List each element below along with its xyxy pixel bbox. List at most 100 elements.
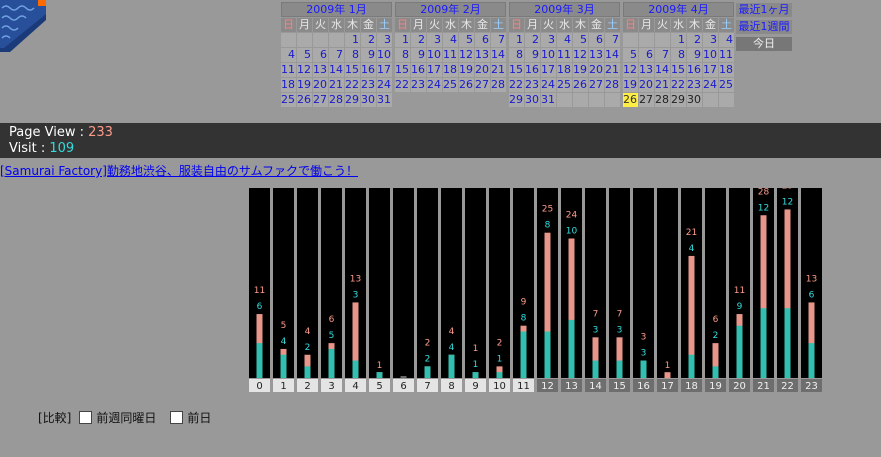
calendar-day[interactable]: 13 bbox=[639, 63, 654, 77]
calendar-day[interactable]: 26 bbox=[459, 78, 474, 92]
calendar-day[interactable]: 19 bbox=[573, 63, 588, 77]
calendar-day[interactable]: 29 bbox=[509, 93, 524, 107]
calendar-day[interactable]: 16 bbox=[411, 63, 426, 77]
calendar-day[interactable]: 20 bbox=[475, 63, 490, 77]
calendar-day[interactable]: 2 bbox=[411, 33, 426, 47]
calendar-day[interactable]: 5 bbox=[573, 33, 588, 47]
calendar-day[interactable]: 10 bbox=[703, 48, 718, 62]
calendar-day[interactable]: 20 bbox=[639, 78, 654, 92]
calendar-day[interactable]: 20 bbox=[589, 63, 604, 77]
calendar-day[interactable]: 19 bbox=[297, 78, 312, 92]
calendar-day[interactable]: 24 bbox=[703, 78, 718, 92]
calendar-day[interactable]: 9 bbox=[687, 48, 702, 62]
calendar-day[interactable]: 14 bbox=[329, 63, 344, 77]
month-calendar-title[interactable]: 2009年 3月 bbox=[509, 2, 620, 17]
calendar-day[interactable]: 3 bbox=[377, 33, 392, 47]
calendar-day[interactable]: 27 bbox=[475, 78, 490, 92]
calendar-day[interactable]: 26 bbox=[297, 93, 312, 107]
calendar-day[interactable]: 7 bbox=[329, 48, 344, 62]
calendar-day[interactable]: 6 bbox=[313, 48, 328, 62]
ad-link[interactable]: [Samurai Factory]勤務地渋谷、服装自由のサムファクで働こう！ bbox=[0, 162, 358, 179]
calendar-day[interactable]: 16 bbox=[361, 63, 376, 77]
calendar-day[interactable]: 2 bbox=[361, 33, 376, 47]
calendar-day[interactable]: 1 bbox=[509, 33, 524, 47]
month-calendar-title[interactable]: 2009年 1月 bbox=[281, 2, 392, 17]
calendar-day[interactable]: 31 bbox=[541, 93, 556, 107]
calendar-day[interactable]: 3 bbox=[541, 33, 556, 47]
calendar-day[interactable]: 8 bbox=[345, 48, 360, 62]
calendar-day[interactable]: 9 bbox=[525, 48, 540, 62]
calendar-day[interactable]: 31 bbox=[377, 93, 392, 107]
calendar-day[interactable]: 1 bbox=[671, 33, 686, 47]
calendar-day[interactable]: 8 bbox=[671, 48, 686, 62]
calendar-day[interactable]: 27 bbox=[313, 93, 328, 107]
calendar-day[interactable]: 25 bbox=[281, 93, 296, 107]
calendar-day[interactable]: 4 bbox=[281, 48, 296, 62]
calendar-day[interactable]: 10 bbox=[541, 48, 556, 62]
calendar-day[interactable]: 9 bbox=[361, 48, 376, 62]
calendar-day[interactable]: 30 bbox=[525, 93, 540, 107]
calendar-day[interactable]: 21 bbox=[605, 63, 620, 77]
calendar-day[interactable]: 4 bbox=[557, 33, 572, 47]
calendar-day[interactable]: 7 bbox=[491, 33, 506, 47]
calendar-day[interactable]: 29 bbox=[345, 93, 360, 107]
calendar-day[interactable]: 24 bbox=[377, 78, 392, 92]
calendar-day[interactable]: 21 bbox=[655, 78, 670, 92]
calendar-day[interactable]: 5 bbox=[297, 48, 312, 62]
calendar-day[interactable]: 6 bbox=[475, 33, 490, 47]
calendar-day[interactable]: 13 bbox=[589, 48, 604, 62]
calendar-day[interactable]: 22 bbox=[509, 78, 524, 92]
calendar-day[interactable]: 6 bbox=[589, 33, 604, 47]
calendar-day[interactable]: 15 bbox=[509, 63, 524, 77]
calendar-day[interactable]: 7 bbox=[605, 33, 620, 47]
calendar-day[interactable]: 15 bbox=[671, 63, 686, 77]
calendar-day[interactable]: 28 bbox=[329, 93, 344, 107]
calendar-day[interactable]: 17 bbox=[703, 63, 718, 77]
month-calendar-title[interactable]: 2009年 2月 bbox=[395, 2, 506, 17]
calendar-day[interactable]: 6 bbox=[639, 48, 654, 62]
calendar-day[interactable]: 3 bbox=[427, 33, 442, 47]
calendar-day[interactable]: 28 bbox=[605, 78, 620, 92]
calendar-day[interactable]: 10 bbox=[377, 48, 392, 62]
calendar-day[interactable]: 4 bbox=[719, 33, 734, 47]
calendar-day[interactable]: 14 bbox=[655, 63, 670, 77]
calendar-day[interactable]: 1 bbox=[345, 33, 360, 47]
calendar-day[interactable]: 5 bbox=[623, 48, 638, 62]
prev-day-checkbox[interactable] bbox=[170, 411, 184, 424]
calendar-day[interactable]: 25 bbox=[557, 78, 572, 92]
calendar-day[interactable]: 27 bbox=[589, 78, 604, 92]
calendar-day[interactable]: 15 bbox=[395, 63, 410, 77]
calendar-day[interactable]: 19 bbox=[623, 78, 638, 92]
calendar-day[interactable]: 25 bbox=[443, 78, 458, 92]
calendar-day[interactable]: 21 bbox=[491, 63, 506, 77]
calendar-day[interactable]: 14 bbox=[605, 48, 620, 62]
calendar-day[interactable]: 19 bbox=[459, 63, 474, 77]
calendar-day[interactable]: 12 bbox=[573, 48, 588, 62]
calendar-day[interactable]: 11 bbox=[281, 63, 296, 77]
calendar-day[interactable]: 15 bbox=[345, 63, 360, 77]
calendar-day[interactable]: 20 bbox=[313, 78, 328, 92]
calendar-day[interactable]: 14 bbox=[491, 48, 506, 62]
calendar-day[interactable]: 23 bbox=[411, 78, 426, 92]
calendar-day[interactable]: 12 bbox=[459, 48, 474, 62]
calendar-day[interactable]: 23 bbox=[525, 78, 540, 92]
calendar-day[interactable]: 10 bbox=[427, 48, 442, 62]
today-link[interactable]: 今日 bbox=[736, 37, 792, 51]
calendar-day[interactable]: 11 bbox=[557, 48, 572, 62]
calendar-day[interactable]: 16 bbox=[525, 63, 540, 77]
calendar-day[interactable]: 7 bbox=[655, 48, 670, 62]
calendar-day[interactable]: 11 bbox=[443, 48, 458, 62]
calendar-day[interactable]: 17 bbox=[541, 63, 556, 77]
calendar-day[interactable]: 5 bbox=[459, 33, 474, 47]
last-month-link[interactable]: 最近1ヶ月 bbox=[736, 3, 792, 17]
calendar-day[interactable]: 21 bbox=[329, 78, 344, 92]
calendar-day[interactable]: 18 bbox=[557, 63, 572, 77]
calendar-day[interactable]: 2 bbox=[525, 33, 540, 47]
calendar-day[interactable]: 11 bbox=[719, 48, 734, 62]
calendar-day[interactable]: 2 bbox=[687, 33, 702, 47]
calendar-day-today[interactable]: 26 bbox=[623, 93, 638, 107]
prev-week-checkbox[interactable] bbox=[79, 411, 93, 424]
month-calendar-title[interactable]: 2009年 4月 bbox=[623, 2, 734, 17]
calendar-day[interactable]: 4 bbox=[443, 33, 458, 47]
calendar-day[interactable]: 8 bbox=[395, 48, 410, 62]
